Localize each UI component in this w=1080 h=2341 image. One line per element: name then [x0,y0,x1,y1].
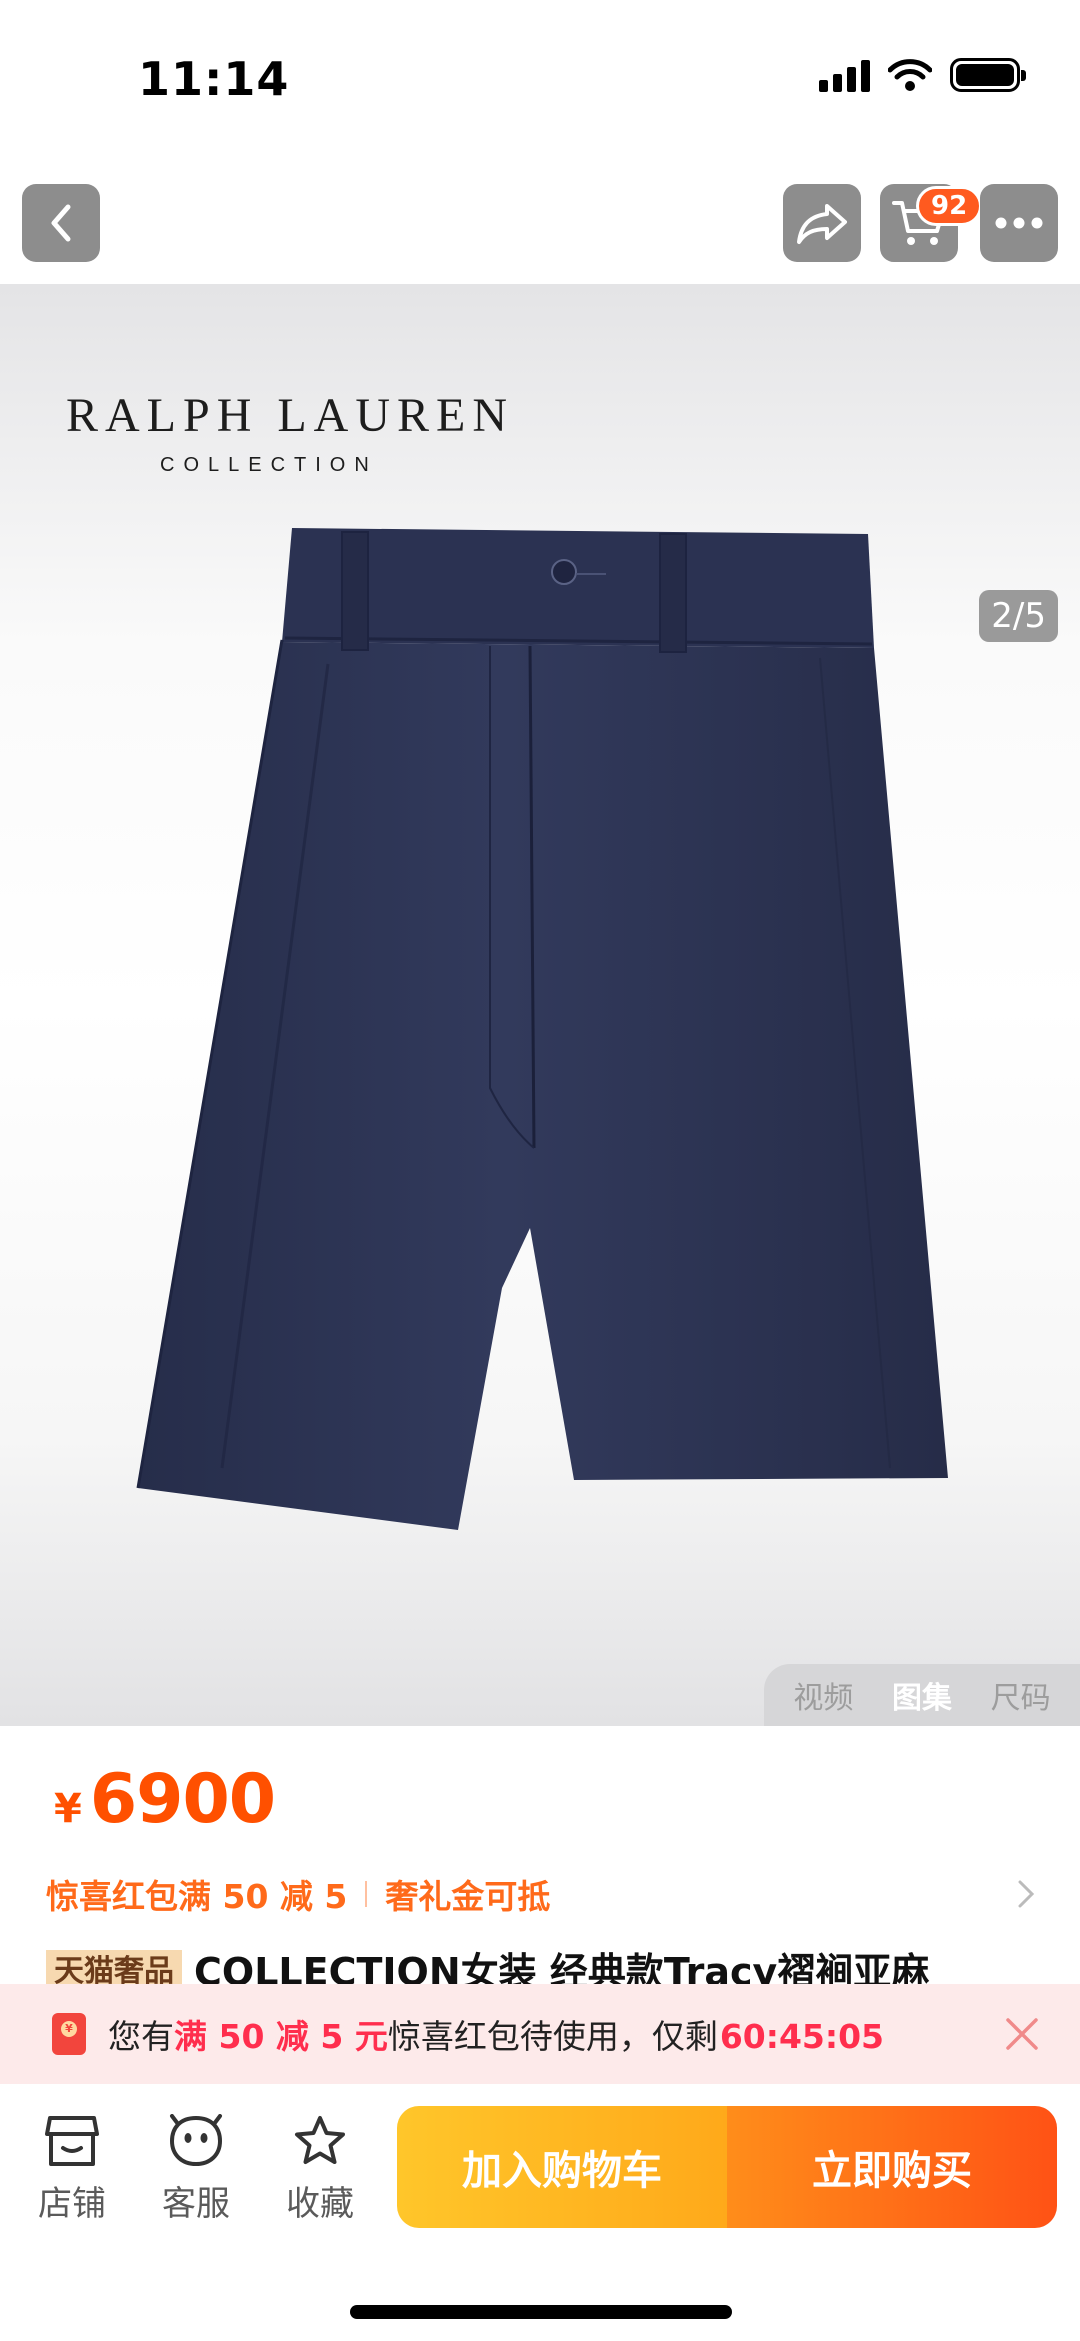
chevron-left-icon [51,204,71,242]
media-tabs: 视频 图集 尺码 [764,1664,1080,1726]
red-packet-banner[interactable]: 您有满 50 减 5 元惊喜红包待使用，仅剩60:45:05 [0,1984,1080,2084]
red-packet-icon [52,2013,86,2055]
banner-prefix: 您有 [108,2017,174,2056]
banner-highlight: 满 50 减 5 元 [174,2017,388,2056]
store-icon [45,2116,99,2166]
customer-service-icon [169,2114,223,2167]
close-icon[interactable] [1002,2014,1042,2054]
share-icon [797,204,847,244]
status-icons [819,58,1026,92]
buy-now-button[interactable]: 立即购买 [727,2106,1057,2228]
promo-coupon: 惊喜红包满 50 减 5 [46,1877,348,1916]
battery-icon [950,58,1026,92]
status-bar: 11:14 [0,0,1080,160]
chevron-right-icon [1018,1880,1035,1908]
banner-countdown: 60:45:05 [719,2017,885,2056]
home-indicator[interactable] [350,2305,732,2319]
price: ¥ 6900 [54,1760,276,1839]
customer-service-label: 客服 [162,2184,230,2224]
favorite-button[interactable]: 收藏 [270,2114,370,2225]
cellular-signal-icon [819,58,870,92]
wifi-icon [888,59,932,91]
tab-size[interactable]: 尺码 [991,1673,1051,1717]
back-button[interactable] [22,184,100,262]
add-to-cart-button[interactable]: 加入购物车 [397,2106,727,2228]
store-label: 店铺 [38,2184,106,2224]
more-button[interactable] [980,184,1058,262]
promo-divider [365,1881,368,1907]
bottom-action-bar: 店铺 客服 收藏 加入购物车 立即购买 [0,2084,1080,2341]
promo-gift-credit: 奢礼金可抵 [385,1877,551,1916]
star-icon [295,2116,345,2164]
cart-count-badge: 92 [916,186,983,226]
promo-row[interactable]: 惊喜红包满 50 减 5 奢礼金可抵 [46,1870,1036,1918]
tab-video[interactable]: 视频 [793,1673,853,1717]
product-image-gallery[interactable]: RALPH LAUREN COLLECTION 2/5 视频 图集 尺码 [0,284,1080,1726]
product-image-shorts [136,528,948,1530]
store-button[interactable]: 店铺 [22,2114,122,2225]
status-time: 11:14 [138,52,290,106]
customer-service-button[interactable]: 客服 [146,2114,246,2225]
tab-gallery[interactable]: 图集 [892,1673,952,1717]
purchase-buttons: 加入购物车 立即购买 [397,2106,1057,2228]
favorite-label: 收藏 [286,2184,354,2224]
share-button[interactable] [783,184,861,262]
more-icon [995,217,1043,229]
image-page-indicator: 2/5 [979,590,1058,642]
banner-text: 您有满 50 减 5 元惊喜红包待使用，仅剩60:45:05 [108,2010,884,2058]
brand-logo-subtitle: COLLECTION [160,454,378,476]
banner-middle: 惊喜红包待使用，仅剩 [387,2017,718,2056]
currency-symbol: ¥ [54,1786,82,1832]
brand-logo-name: RALPH LAUREN [66,389,515,442]
price-value: 6900 [89,1760,276,1839]
